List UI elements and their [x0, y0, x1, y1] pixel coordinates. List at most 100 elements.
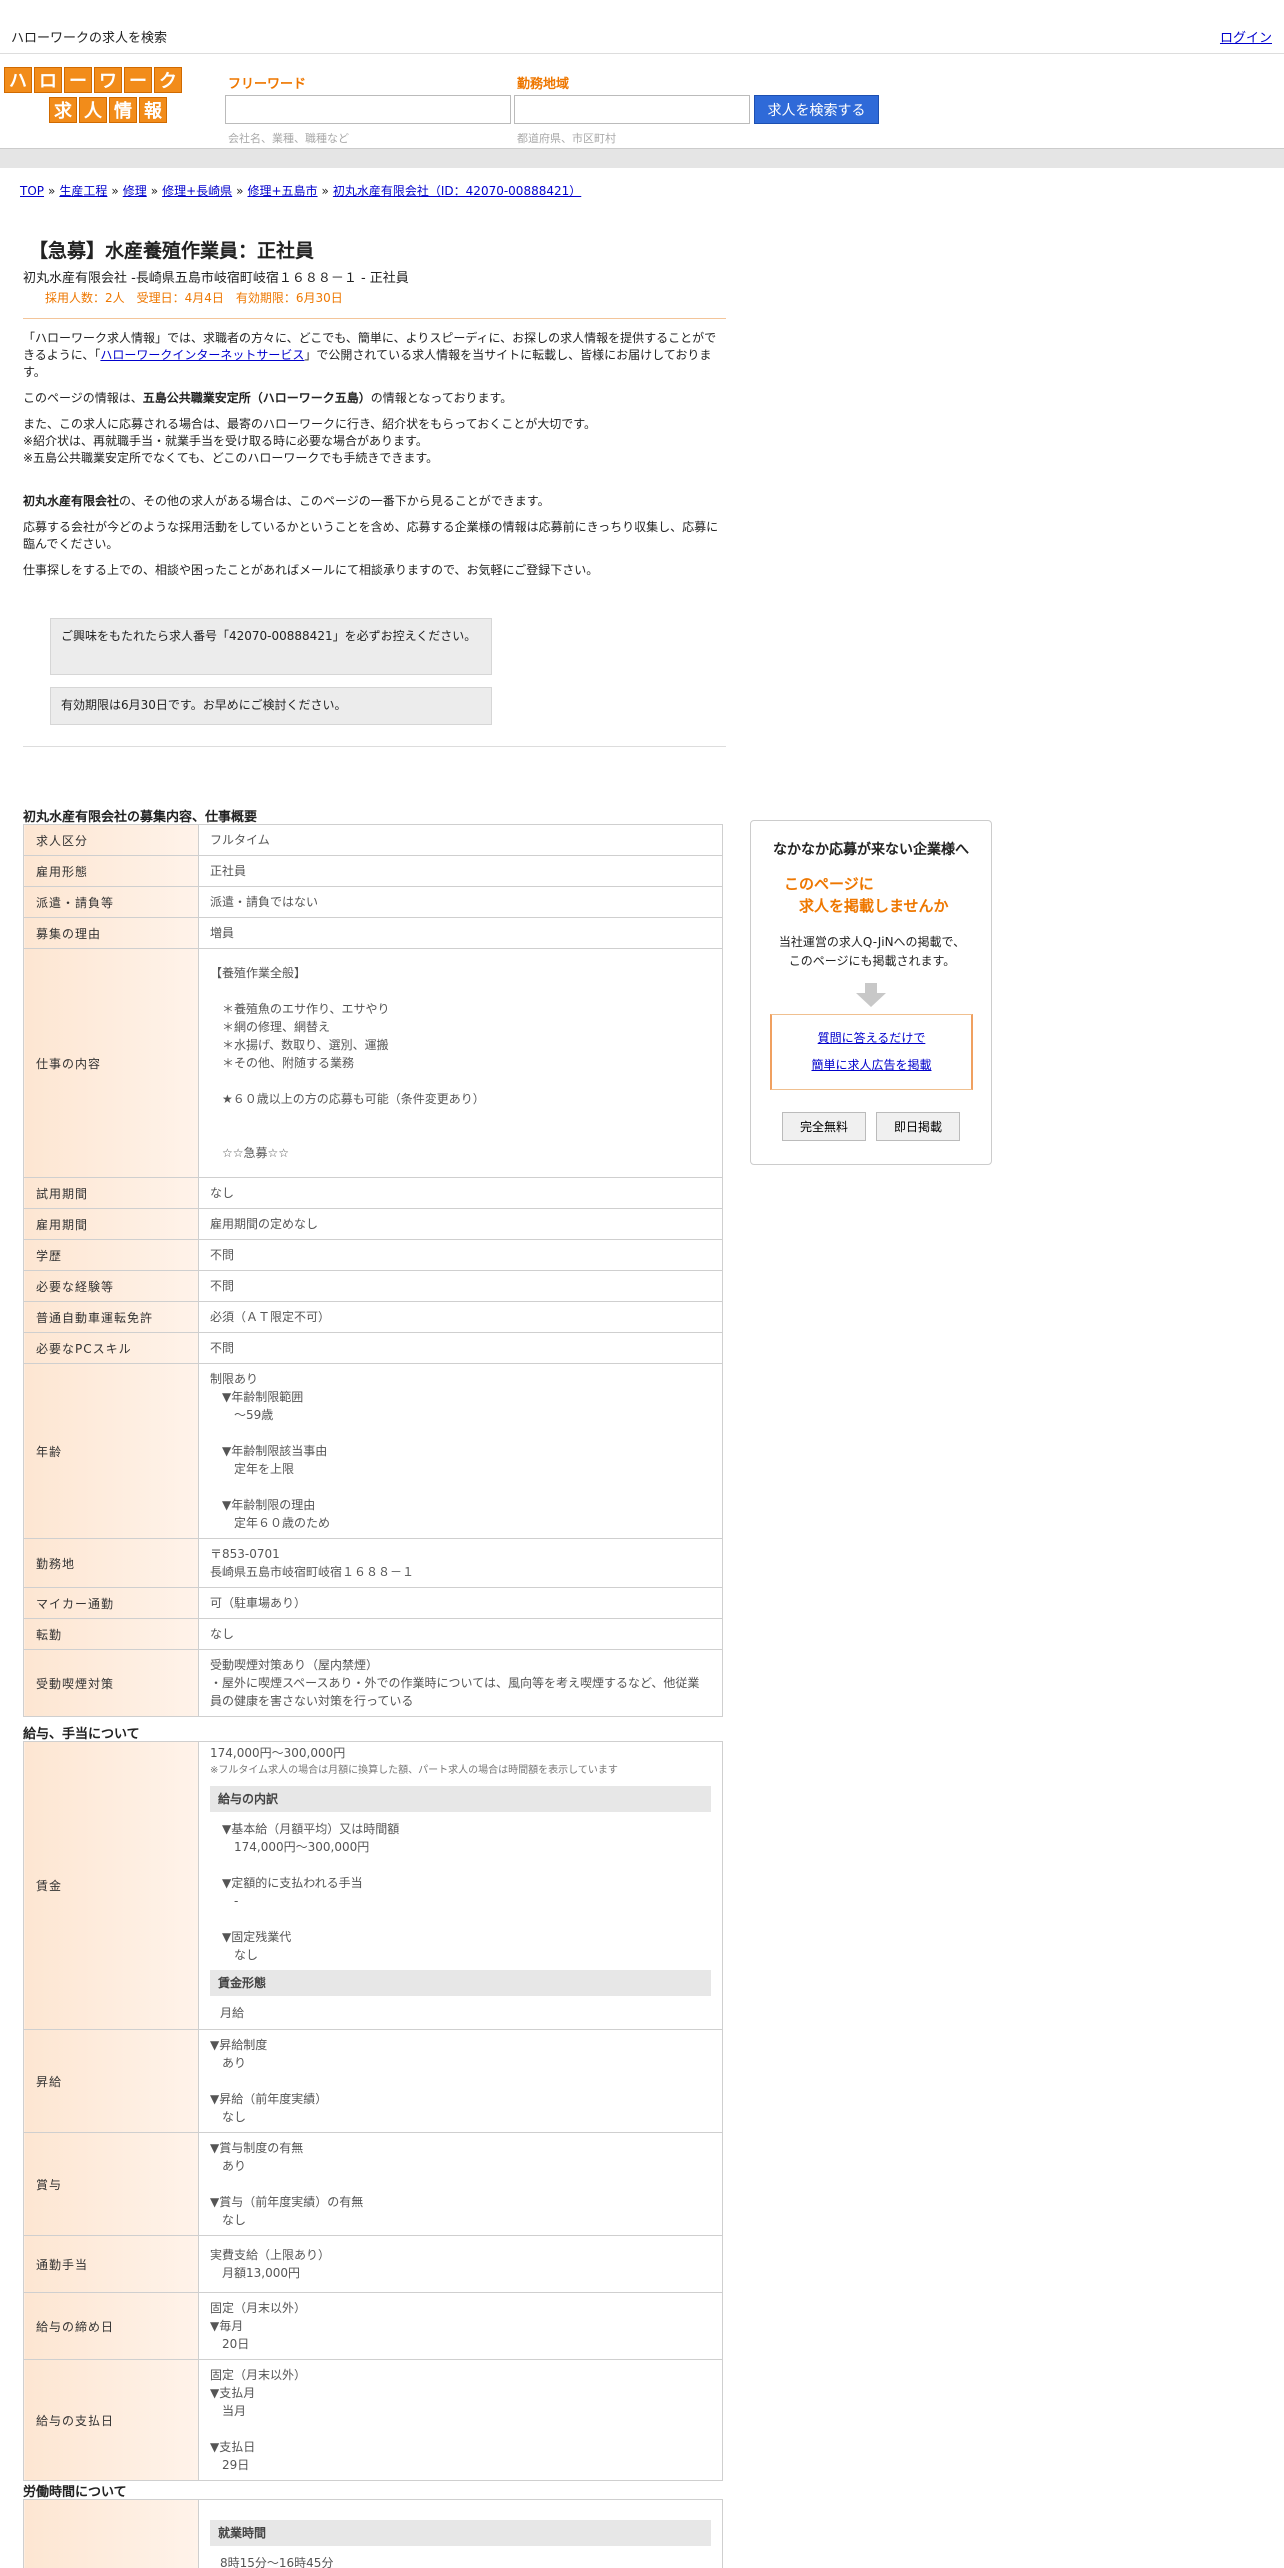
salary-value: 固定（月末以外） ▼支払月 当月 ▼支払日 29日: [198, 2359, 723, 2481]
table-row: 雇用形態 正社員: [23, 855, 723, 887]
row-label: 必要なPCスキル: [23, 1332, 199, 1364]
row-label: 募集の理由: [23, 917, 199, 949]
arrow-down-icon: [856, 983, 886, 1007]
top-bar: ハローワークの求人を検索 ログイン: [0, 0, 1284, 54]
freeword-label: フリーワード: [228, 77, 307, 92]
table-row: 派遣・請負等 派遣・請負ではない: [23, 886, 723, 918]
summary-value: 可（駐車場あり）: [198, 1587, 723, 1619]
row-label: 年齢: [23, 1363, 199, 1539]
wage-breakdown: ▼基本給（月額平均）又は時間額 174,000円〜300,000円 ▼定額的に支…: [222, 1821, 400, 1962]
salary-value: ▼賞与制度の有無 あり ▼賞与（前年度実績）の有無 なし: [198, 2132, 723, 2236]
summary-value: なし: [198, 1177, 723, 1209]
intro-rule: [23, 746, 726, 747]
row-label: 賞与: [23, 2132, 199, 2236]
job-number-notice: ご興味をもたれたら求人番号「42070-00888421」を必ずお控えください。: [50, 618, 492, 675]
job-meta: 採用人数：2人 受理日：4月4日 有効期限：6月30日: [45, 291, 343, 305]
ad-body: 当社運営の求人Q-JiNへの掲載で、 このページにも掲載されます。: [778, 935, 966, 968]
table-row: 昇給 ▼昇給制度 あり ▼昇給（前年度実績） なし: [23, 2029, 723, 2133]
logo-char: 報: [139, 97, 167, 123]
intro-paragraph-6: 仕事探しをする上での、相談や困ったことがあればメールにて相談承りますので、お気軽…: [23, 563, 599, 577]
breadcrumb-occupation[interactable]: 修理: [123, 184, 147, 198]
salary-value: ▼昇給制度 あり ▼昇給（前年度実績） なし: [198, 2029, 723, 2133]
search-header: ハローワーク 求人情報 フリーワード 会社名、業種、職種など 勤務地域 都道府県…: [0, 55, 1284, 148]
free-button[interactable]: 完全無料: [782, 1112, 866, 1141]
company-line: 初丸水産有限会社 -長崎県五島市岐宿町岐宿１６８８－１ - 正社員: [23, 271, 409, 286]
logo-char: ハ: [4, 67, 32, 93]
table-row: 就業時間 8時15分〜16時45分: [23, 2499, 723, 2568]
table-row: 普通自動車運転免許 必須（ＡＴ限定不可）: [23, 1301, 723, 1333]
ad-link-post-ad[interactable]: 簡単に求人広告を掲載: [772, 1056, 971, 1073]
table-row: 仕事の内容 【養殖作業全般】 ＊養殖魚のエサ作り、エサやり ＊網の修理、網替え ＊…: [23, 948, 723, 1178]
row-label: 試用期間: [23, 1177, 199, 1209]
summary-heading: 初丸水産有限会社の募集内容、仕事概要: [23, 810, 258, 825]
breadcrumb-category[interactable]: 生産工程: [59, 184, 107, 198]
ad-catch-line-1: このページに: [784, 875, 874, 893]
table-row: 給与の締め日 固定（月末以外） ▼毎月 20日: [23, 2292, 723, 2360]
table-row: 通勤手当 実費支給（上限あり） 月額13,000円: [23, 2235, 723, 2293]
wage-note: ※フルタイム求人の場合は月額に換算した額、パート求人の場合は時間額を表示していま…: [210, 1764, 618, 1776]
row-label: 派遣・請負等: [23, 886, 199, 918]
hellowork-logo[interactable]: ハローワーク 求人情報: [4, 67, 182, 123]
intro-paragraph-2: このページの情報は、五島公共職業安定所（ハローワーク五島）の情報となっております…: [23, 391, 513, 405]
hours-heading: 労働時間について: [23, 2485, 127, 2500]
site-title: ハローワークの求人を検索: [11, 31, 168, 46]
breadcrumb-city[interactable]: 修理+五島市: [247, 184, 317, 198]
same-day-button[interactable]: 即日掲載: [876, 1112, 960, 1141]
freeword-input[interactable]: [225, 95, 511, 124]
summary-value: なし: [198, 1618, 723, 1650]
hours-cell: 就業時間 8時15分〜16時45分: [198, 2499, 723, 2568]
logo-row-bottom: 求人情報: [49, 97, 167, 123]
logo-row-top: ハローワーク: [4, 67, 182, 93]
summary-value: 不問: [198, 1332, 723, 1364]
salary-heading: 給与、手当について: [23, 1727, 140, 1742]
hellowork-internet-link[interactable]: ハローワークインターネットサービス: [100, 348, 304, 362]
header-divider: [0, 148, 1284, 168]
table-row: 賃金 174,000円〜300,000円 ※フルタイム求人の場合は月額に換算した…: [23, 1741, 723, 2030]
summary-value: 派遣・請負ではない: [198, 886, 723, 918]
search-button[interactable]: 求人を検索する: [754, 95, 879, 124]
table-row: 募集の理由 増員: [23, 917, 723, 949]
ad-catch-line-2: 求人を掲載しませんか: [799, 897, 949, 915]
heading-rule: [23, 318, 726, 319]
row-label: [23, 2499, 199, 2568]
salary-value: 実費支給（上限あり） 月額13,000円: [198, 2235, 723, 2293]
table-row: 給与の支払日 固定（月末以外） ▼支払月 当月 ▼支払日 29日: [23, 2359, 723, 2481]
summary-value: 制限あり ▼年齢制限範囲 〜59歳 ▼年齢制限該当事由 定年を上限 ▼年齢制限の…: [198, 1363, 723, 1539]
table-row: 必要な経験等 不問: [23, 1270, 723, 1302]
login-link[interactable]: ログイン: [1220, 27, 1272, 46]
row-label: 学歴: [23, 1239, 199, 1271]
hours-table: 就業時間 8時15分〜16時45分: [23, 2499, 723, 2568]
table-row: マイカー通勤 可（駐車場あり）: [23, 1587, 723, 1619]
table-row: 受動喫煙対策 受動喫煙対策あり（屋内禁煙） ・屋外に喫煙スペースあり・外での作業時…: [23, 1649, 723, 1717]
breadcrumb-company[interactable]: 初丸水産有限会社（ID：42070-00888421）: [333, 184, 581, 198]
table-row: 勤務地 〒853-0701 長崎県五島市岐宿町岐宿１６８８－１: [23, 1538, 723, 1588]
intro-paragraph-5: 応募する会社が今どのような採用活動をしているかということを含め、応募する企業様の…: [23, 520, 719, 551]
row-label: 賃金: [23, 1741, 199, 2030]
summary-value: 不問: [198, 1270, 723, 1302]
table-row: 必要なPCスキル 不問: [23, 1332, 723, 1364]
area-label: 勤務地域: [517, 77, 570, 92]
intro-paragraph-4: 初丸水産有限会社の、その他の求人がある場合は、このページの一番下から見ることがで…: [23, 494, 550, 508]
wage-subhead-breakdown: 給与の内訳: [210, 1785, 711, 1812]
logo-char: ロ: [34, 67, 62, 93]
summary-value: 受動喫煙対策あり（屋内禁煙） ・屋外に喫煙スペースあり・外での作業時については、…: [198, 1649, 723, 1717]
ad-title: なかなか応募が来ない企業様へ: [773, 842, 969, 858]
ad-link-answer-questions[interactable]: 質問に答えるだけで: [772, 1029, 971, 1046]
job-heading: 【急募】水産養殖作業員：正社員 初丸水産有限会社 -長崎県五島市岐宿町岐宿１６８…: [23, 236, 726, 319]
freeword-hint: 会社名、業種、職種など: [228, 132, 349, 145]
table-row: 雇用期間 雇用期間の定めなし: [23, 1208, 723, 1240]
breadcrumb-top[interactable]: TOP: [20, 184, 44, 198]
breadcrumb-prefecture[interactable]: 修理+長崎県: [162, 184, 232, 198]
row-label: 雇用形態: [23, 855, 199, 887]
area-hint: 都道府県、市区町村: [517, 132, 616, 145]
wage-range: 174,000円〜300,000円: [210, 1745, 346, 1760]
wage-cell: 174,000円〜300,000円 ※フルタイム求人の場合は月額に換算した額、パ…: [198, 1741, 723, 2030]
hours-value: 8時15分〜16時45分: [220, 2556, 334, 2568]
row-label: 受動喫煙対策: [23, 1649, 199, 1717]
table-row: 賞与 ▼賞与制度の有無 あり ▼賞与（前年度実績）の有無 なし: [23, 2132, 723, 2236]
area-input[interactable]: [514, 95, 750, 124]
row-label: 給与の締め日: [23, 2292, 199, 2360]
hours-subhead: 就業時間: [210, 2520, 711, 2546]
intro-paragraph-3: また、この求人に応募される場合は、最寄のハローワークに行き、紹介状をもらっておく…: [23, 417, 597, 465]
summary-value: 増員: [198, 917, 723, 949]
